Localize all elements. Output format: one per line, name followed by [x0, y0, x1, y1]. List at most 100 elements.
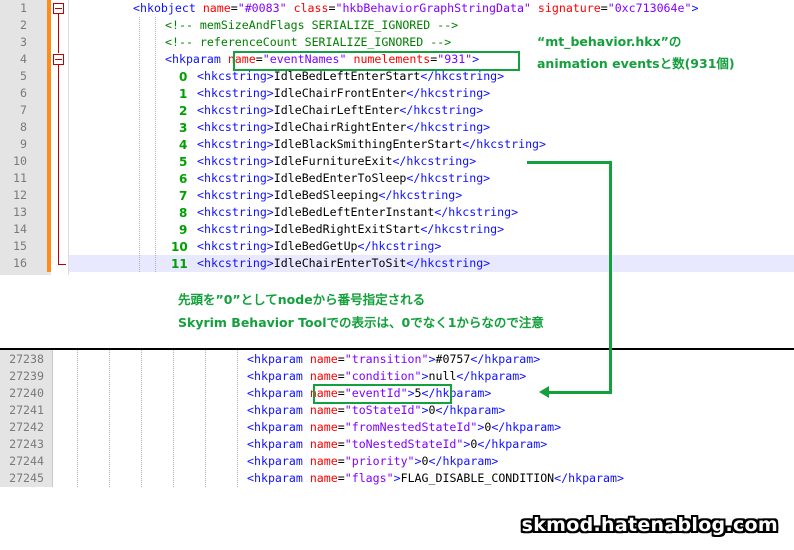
code-line[interactable]: 14 <hkcstring>IdleBedRightExitStart</hkcs… — [0, 221, 794, 238]
code-line[interactable]: 9 <hkcstring>IdleBlackSmithingEnterStart<… — [0, 136, 794, 153]
code-token: null — [428, 369, 457, 383]
code-token: </hkcstring> — [420, 222, 505, 236]
line-number: 1 — [20, 1, 27, 15]
arrow-segment — [548, 391, 612, 394]
code-token: <!-- referenceCount SERIALIZE_IGNORED --… — [165, 35, 452, 49]
code-token: IdleBlackSmithingEnterStart — [273, 137, 463, 151]
code-line[interactable]: 7 <hkcstring>IdleChairLeftEnter</hkcstrin… — [0, 102, 794, 119]
code-token: </hkcstring> — [406, 256, 491, 270]
annotation-note-mid-1: 先頭を”0”としてnodeから番号指定される — [178, 292, 426, 307]
code-token: name — [309, 420, 338, 434]
code-token: "#0083" — [237, 1, 287, 15]
code-line[interactable]: 27241 <hkparam name="toStateId">0</hkpara… — [0, 402, 794, 419]
code-token: "toNestedStateId" — [344, 437, 464, 451]
code-token: = — [230, 1, 238, 15]
code-token: </hkcstring> — [406, 120, 491, 134]
editor-bottom[interactable]: 27238 <hkparam name="transition">#0757</h… — [0, 348, 794, 487]
code-token: IdleChairLeftEnter — [273, 103, 400, 117]
event-index-label: 9 — [179, 223, 188, 237]
event-index-label: 2 — [179, 104, 188, 118]
line-number: 27241 — [9, 403, 44, 417]
event-index-label: 6 — [179, 172, 188, 186]
code-token: <hkparam — [247, 471, 310, 485]
code-token: name — [309, 352, 338, 366]
line-number: 27245 — [9, 471, 44, 485]
code-token: <hkparam — [247, 437, 310, 451]
code-text: <hkparam name="priority">0</hkparam> — [247, 453, 498, 470]
code-token: </hkcstring> — [399, 103, 484, 117]
code-text: <hkcstring>IdleChairFrontEnter</hkcstrin… — [197, 85, 490, 102]
code-token: 0 — [421, 454, 429, 468]
code-token: </hkparam> — [491, 420, 562, 434]
code-token: "transition" — [344, 352, 429, 366]
line-number: 5 — [20, 69, 27, 83]
code-text: <hkcstring>IdleBedEnterToSleep</hkcstrin… — [197, 170, 490, 187]
code-line[interactable]: 10 <hkcstring>IdleFurnitureExit</hkcstrin… — [0, 153, 794, 170]
event-index-label: 11 — [171, 257, 188, 271]
code-line[interactable]: 27244 <hkparam name="priority">0</hkparam… — [0, 453, 794, 470]
code-token: FLAG_DISABLE_CONDITION — [400, 471, 555, 485]
code-line[interactable]: 16 <hkcstring>IdleChairEnterToSit</hkcstr… — [0, 255, 794, 272]
code-token: name — [309, 403, 338, 417]
code-token: name — [309, 454, 338, 468]
code-token: </hkcstring> — [462, 137, 547, 151]
code-text: <hkcstring>IdleFurnitureExit</hkcstring> — [197, 153, 476, 170]
code-token: name — [309, 369, 338, 383]
code-token: name — [202, 1, 231, 15]
code-token: IdleChairEnterToSit — [273, 256, 407, 270]
code-text: <hkcstring>IdleChairEnterToSit</hkcstrin… — [197, 255, 490, 272]
code-text: <hkparam name="fromNestedStateId">0</hkp… — [247, 419, 561, 436]
line-number: 27238 — [9, 352, 44, 366]
code-token: IdleBedRightExitStart — [273, 222, 421, 236]
line-number: 27244 — [9, 454, 44, 468]
code-line[interactable]: 27239 <hkparam name="condition">null</hkp… — [0, 368, 794, 385]
code-text: <hkparam name="toStateId">0</hkparam> — [247, 402, 505, 419]
code-token: </hkcstring> — [434, 205, 519, 219]
code-token: </hkparam> — [477, 437, 548, 451]
code-line[interactable]: 27238 <hkparam name="transition">#0757</h… — [0, 351, 794, 368]
line-number: 11 — [13, 171, 27, 185]
code-token: IdleBedEnterToSleep — [273, 171, 407, 185]
code-text: <hkcstring>IdleBlackSmithingEnterStart</… — [197, 136, 546, 153]
code-line[interactable]: 8 <hkcstring>IdleChairRightEnter</hkcstri… — [0, 119, 794, 136]
code-line[interactable]: 6 <hkcstring>IdleChairFrontEnter</hkcstri… — [0, 85, 794, 102]
line-number: 12 — [13, 188, 27, 202]
code-line[interactable]: 27245 <hkparam name="flags">FLAG_DISABLE_… — [0, 470, 794, 487]
code-line[interactable]: 12 <hkcstring>IdleBedSleeping</hkcstring>… — [0, 187, 794, 204]
code-text: <!-- referenceCount SERIALIZE_IGNORED --… — [165, 34, 451, 51]
line-number: 8 — [20, 120, 27, 134]
code-line[interactable]: 27243 <hkparam name="toNestedStateId">0</… — [0, 436, 794, 453]
highlight-box-eventid — [313, 384, 452, 404]
code-text: <hkcstring>IdleBedGetUp</hkcstring> — [197, 238, 441, 255]
code-text: <!-- memSizeAndFlags SERIALIZE_IGNORED -… — [165, 17, 458, 34]
code-token: > — [421, 403, 429, 417]
code-token: <hkcstring> — [197, 256, 274, 270]
annotation-note-mid-2: Skyrim Behavior Toolでの表示は、0でなく1からなので注意 — [178, 315, 544, 330]
line-number: 15 — [13, 239, 27, 253]
code-text: <hkcstring>IdleBedSleeping</hkcstring> — [197, 187, 462, 204]
code-token: </hkcstring> — [378, 188, 463, 202]
annotation-note-top-1: “mt_behavior.hkx”の — [537, 34, 682, 49]
code-line[interactable]: 15 <hkcstring>IdleBedGetUp</hkcstring> 10 — [0, 238, 794, 255]
code-token: IdleBedLeftEnterStart — [273, 69, 421, 83]
code-token: </hkparam> — [456, 369, 527, 383]
code-token: <hkparam — [247, 454, 310, 468]
code-token: = — [337, 403, 345, 417]
code-line[interactable]: 13 <hkcstring>IdleBedLeftEnterInstant</hk… — [0, 204, 794, 221]
code-token: </hkcstring> — [392, 154, 477, 168]
code-token: <hkparam — [247, 369, 310, 383]
code-text: <hkcstring>IdleBedLeftEnterInstant</hkcs… — [197, 204, 518, 221]
event-index-label: 0 — [179, 70, 188, 84]
code-token: </hkparam> — [470, 352, 541, 366]
code-token: "priority" — [344, 454, 415, 468]
code-line[interactable]: 11 <hkcstring>IdleBedEnterToSleep</hkcstr… — [0, 170, 794, 187]
line-number: 13 — [13, 205, 27, 219]
code-text: <hkparam name="condition">null</hkparam> — [247, 368, 526, 385]
code-line[interactable]: 27242 <hkparam name="fromNestedStateId">0… — [0, 419, 794, 436]
line-number: 6 — [20, 86, 27, 100]
event-index-label: 4 — [179, 138, 188, 152]
code-line[interactable]: 1 <hkobject name="#0083" class="hkbBehavi… — [0, 0, 794, 17]
line-number: 7 — [20, 103, 27, 117]
code-token: </hkcstring> — [406, 86, 491, 100]
